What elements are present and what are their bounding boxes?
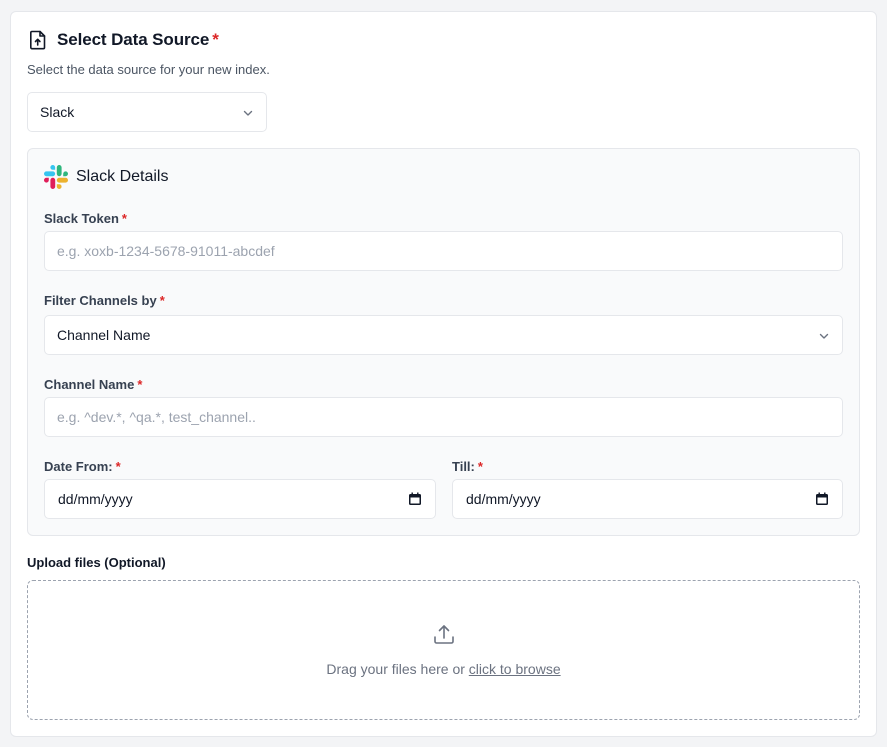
chevron-down-icon xyxy=(818,329,830,341)
required-mark: * xyxy=(115,459,121,474)
chevron-down-icon xyxy=(242,106,254,118)
calendar-icon[interactable] xyxy=(408,492,422,506)
dropzone-text: Drag your files here or click to browse xyxy=(326,661,561,677)
required-mark: * xyxy=(121,211,127,226)
upload-files-label: Upload files (Optional) xyxy=(27,555,166,570)
date-till-input[interactable]: dd/mm/yyyy xyxy=(452,479,843,519)
page-subtitle: Select the data source for your new inde… xyxy=(27,62,270,77)
browse-link[interactable]: click to browse xyxy=(469,661,561,677)
date-till-value: dd/mm/yyyy xyxy=(466,491,541,507)
date-from-label: Date From: * xyxy=(44,459,121,474)
upload-icon xyxy=(433,623,455,645)
calendar-icon[interactable] xyxy=(815,492,829,506)
slack-details-header: Slack Details xyxy=(44,165,168,189)
date-from-input[interactable]: dd/mm/yyyy xyxy=(44,479,436,519)
channel-name-input[interactable] xyxy=(44,397,843,437)
required-mark: * xyxy=(212,30,219,49)
data-source-select-value: Slack xyxy=(40,104,75,120)
slack-token-label: Slack Token * xyxy=(44,211,127,226)
file-dropzone[interactable]: Drag your files here or click to browse xyxy=(27,580,860,720)
date-till-label: Till: * xyxy=(452,459,483,474)
filter-channels-value: Channel Name xyxy=(57,327,151,343)
slack-token-input[interactable] xyxy=(44,231,843,271)
channel-name-label: Channel Name * xyxy=(44,377,143,392)
required-mark: * xyxy=(159,293,165,308)
data-source-select[interactable]: Slack xyxy=(27,92,267,132)
data-source-card: Select Data Source * Select the data sour… xyxy=(10,11,877,737)
page-title: Select Data Source * xyxy=(57,30,219,49)
filter-channels-select[interactable]: Channel Name xyxy=(44,315,843,355)
slack-details-title: Slack Details xyxy=(76,168,169,185)
filter-channels-label: Filter Channels by * xyxy=(44,293,165,308)
required-mark: * xyxy=(477,459,483,474)
date-from-value: dd/mm/yyyy xyxy=(58,491,133,507)
file-upload-icon xyxy=(29,30,47,50)
slack-logo-icon xyxy=(44,165,68,189)
card-header: Select Data Source * xyxy=(29,30,219,50)
required-mark: * xyxy=(137,377,143,392)
slack-details-panel: Slack Details Slack Token* Filter Channe… xyxy=(27,148,860,536)
